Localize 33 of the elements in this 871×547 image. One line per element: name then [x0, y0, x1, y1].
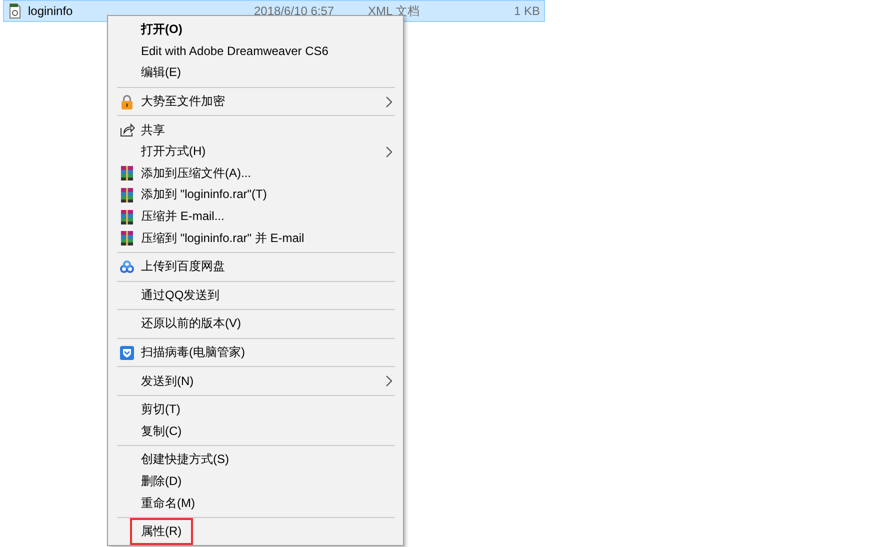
file-size: 1 KB [514, 4, 540, 18]
menu-item[interactable]: 发送到(N) [141, 372, 194, 390]
cloud-icon [119, 258, 135, 275]
menu-item[interactable]: 还原以前的版本(V) [141, 315, 241, 332]
padlock-icon [119, 94, 135, 110]
menu-item[interactable]: 剪切(T) [141, 401, 180, 418]
menu-item[interactable]: 属性(R) [132, 520, 191, 544]
menu-item[interactable]: 复制(C) [141, 422, 182, 440]
menu-item[interactable]: 打开方式(H) [141, 143, 206, 160]
menu-item[interactable]: 压缩并 E-mail... [141, 208, 224, 226]
menu-item[interactable]: 通过QQ发送到 [141, 286, 220, 304]
menu-item[interactable]: 共享 [141, 122, 165, 139]
menu-item[interactable]: 删除(D) [141, 472, 182, 490]
menu-item[interactable]: Edit with Adobe Dreamweaver CS6 [141, 44, 328, 58]
menu-item[interactable]: 压缩到 "logininfo.rar" 并 E-mail [141, 230, 304, 247]
books-stack-icon [119, 165, 135, 182]
xml-file-icon [7, 3, 23, 19]
books-stack-icon [119, 230, 135, 246]
menu-item[interactable]: 大势至文件加密 [141, 93, 225, 110]
menu-item[interactable]: 打开(O) [141, 21, 182, 38]
menu-item[interactable]: 重命名(M) [141, 494, 195, 512]
menu-item[interactable]: 上传到百度网盘 [141, 258, 225, 276]
menu-item[interactable]: 编辑(E) [141, 64, 181, 82]
books-stack-icon [119, 208, 135, 225]
menu-item[interactable]: 扫描病毒(电脑管家) [141, 344, 245, 362]
books-stack-icon [119, 186, 135, 203]
menu-item[interactable]: 创建快捷方式(S) [141, 451, 229, 468]
file-name: logininfo [28, 4, 73, 18]
modified-date: 2018/6/10 6:57 [254, 4, 334, 18]
shield-icon [119, 344, 135, 361]
menu-item[interactable]: 添加到 "logininfo.rar"(T) [141, 186, 267, 204]
menu-item[interactable]: 添加到压缩文件(A)... [141, 164, 251, 182]
share-icon [119, 122, 135, 138]
